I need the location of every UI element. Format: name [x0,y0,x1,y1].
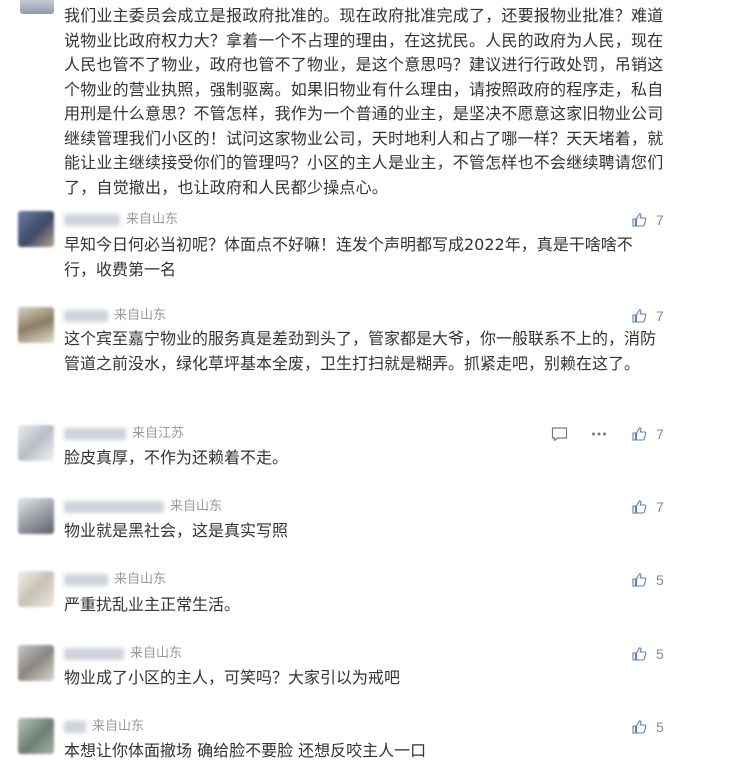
comment-meta: 来自山东 [64,498,222,516]
more-icon [592,432,606,436]
comment-text: 严重扰乱业主正常生活。 [64,595,241,614]
username-blurred[interactable] [64,214,120,226]
location-label: 来自山东 [130,646,183,661]
avatar[interactable] [18,718,54,754]
username-blurred[interactable] [64,648,124,660]
comment-meta: 来自山东 [64,718,144,736]
like-button[interactable]: 7 [631,211,664,229]
like-button[interactable]: 7 [631,498,664,516]
username-blurred[interactable] [64,501,164,513]
location-label: 来自山东 [170,499,223,514]
location-label: 来自山东 [92,719,145,734]
like-count: 7 [656,308,664,324]
like-count: 5 [656,646,664,662]
comment-text: 物业就是黑社会，这是真实写照 [64,521,289,540]
avatar[interactable] [18,571,54,607]
comment-text: 这个宾至嘉宁物业的服务真是差劲到头了，管家都是大爷，你一般联系不上的，消防管道之… [64,329,657,373]
like-button[interactable]: 5 [631,718,664,736]
username-blurred[interactable] [64,721,86,733]
comment-meta: 来自江苏 [64,425,184,443]
avatar[interactable] [18,211,54,247]
avatar[interactable] [20,0,54,14]
like-count: 5 [656,719,664,735]
avatar[interactable] [18,307,54,343]
avatar[interactable] [18,645,54,681]
more-button[interactable] [590,425,608,443]
username-blurred[interactable] [64,310,108,322]
thumbs-up-icon [632,647,647,661]
comment-meta: 来自山东 [64,645,182,663]
location-label: 来自山东 [114,308,167,323]
reply-button[interactable] [550,425,568,443]
username-blurred[interactable] [64,574,108,586]
thumbs-up-icon [632,213,647,227]
thumbs-up-icon [632,309,647,323]
like-button[interactable]: 7 [631,425,664,443]
like-count: 7 [656,426,664,442]
location-label: 来自山东 [114,572,167,587]
thumbs-up-icon [632,427,647,441]
location-label: 来自江苏 [132,426,185,441]
comment-icon [551,427,567,442]
comment-meta: 来自山东 [64,211,178,229]
like-button[interactable]: 5 [631,645,664,663]
username-blurred[interactable] [64,428,126,440]
comment-meta: 来自山东 [64,307,166,325]
comment-meta: 来自山东 [64,571,166,589]
like-count: 7 [656,499,664,515]
like-count: 7 [656,212,664,228]
like-button[interactable]: 5 [631,571,664,589]
like-count: 5 [656,572,664,588]
avatar[interactable] [18,425,54,461]
comment-text: 本想让你体面撤场 确给脸不要脸 还想反咬主人一口 [64,741,427,760]
comment-text: 脸皮真厚，不作为还赖着不走。 [64,448,289,467]
comment-text: 早知今日何必当初呢？体面点不好嘛！连发个声明都写成2022年，真是干啥啥不行，收… [64,235,633,279]
comment-text: 我们业主委员会成立是报政府批准的。现在政府批准完成了，还要报物业批准？难道说物业… [64,6,664,197]
avatar[interactable] [18,498,54,534]
thumbs-up-icon [632,500,647,514]
thumbs-up-icon [632,720,647,734]
comment-text: 物业成了小区的主人，可笑吗？大家引以为戒吧 [64,668,401,687]
thumbs-up-icon [632,573,647,587]
like-button[interactable]: 7 [631,307,664,325]
location-label: 来自山东 [126,212,179,227]
